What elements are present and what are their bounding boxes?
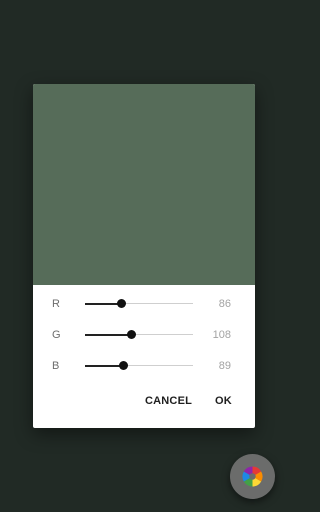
blue-slider-thumb[interactable] (118, 361, 128, 370)
blue-channel-row: B 89 (33, 354, 255, 378)
red-channel-row: R 86 (33, 292, 255, 316)
color-wheel-icon (242, 466, 263, 487)
color-preview (33, 84, 255, 285)
green-slider-fill (85, 334, 131, 336)
color-picker-fab[interactable] (230, 454, 275, 499)
blue-slider[interactable] (85, 361, 193, 370)
green-slider[interactable] (85, 330, 193, 339)
green-value: 108 (212, 329, 231, 341)
blue-value: 89 (218, 360, 231, 372)
red-channel-label: R (52, 298, 60, 310)
blue-slider-fill (85, 365, 123, 367)
cancel-button[interactable]: CANCEL (145, 394, 192, 408)
ok-button[interactable]: OK (215, 394, 232, 408)
color-picker-dialog: R 86 G 108 B 89 CANCEL OK (33, 84, 255, 428)
red-slider[interactable] (85, 299, 193, 308)
green-channel-row: G 108 (33, 323, 255, 347)
blue-channel-label: B (52, 360, 60, 372)
green-channel-label: G (52, 329, 61, 341)
red-slider-fill (85, 303, 121, 305)
red-value: 86 (218, 298, 231, 310)
green-slider-thumb[interactable] (126, 330, 136, 339)
red-slider-thumb[interactable] (116, 299, 126, 308)
